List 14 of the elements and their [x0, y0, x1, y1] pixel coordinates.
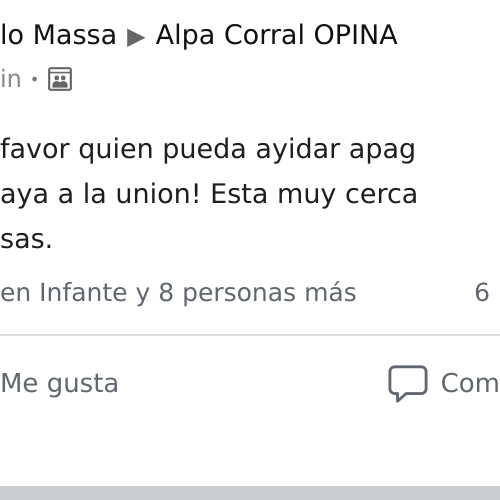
- group-audience-icon: [47, 66, 74, 92]
- post-time: in: [0, 65, 22, 93]
- group-name[interactable]: Alpa Corral OPINA: [156, 20, 398, 51]
- post-text-line: aya a la union! Esta muy cerca: [0, 178, 420, 212]
- post-text-line: favor quien pueda ayidar apag: [0, 133, 418, 167]
- comments-count[interactable]: 6: [474, 278, 490, 328]
- post-text-line: sas.: [0, 223, 54, 257]
- arrow-separator: ▶: [127, 22, 146, 50]
- reactions-summary[interactable]: en Infante y 8 personas más: [0, 278, 357, 328]
- dot-separator: •: [30, 70, 40, 88]
- speech-bubble-icon: [386, 364, 429, 404]
- author-name[interactable]: lo Massa: [0, 20, 118, 51]
- comment-button[interactable]: Com: [386, 364, 500, 404]
- like-button[interactable]: Me gusta: [0, 369, 120, 399]
